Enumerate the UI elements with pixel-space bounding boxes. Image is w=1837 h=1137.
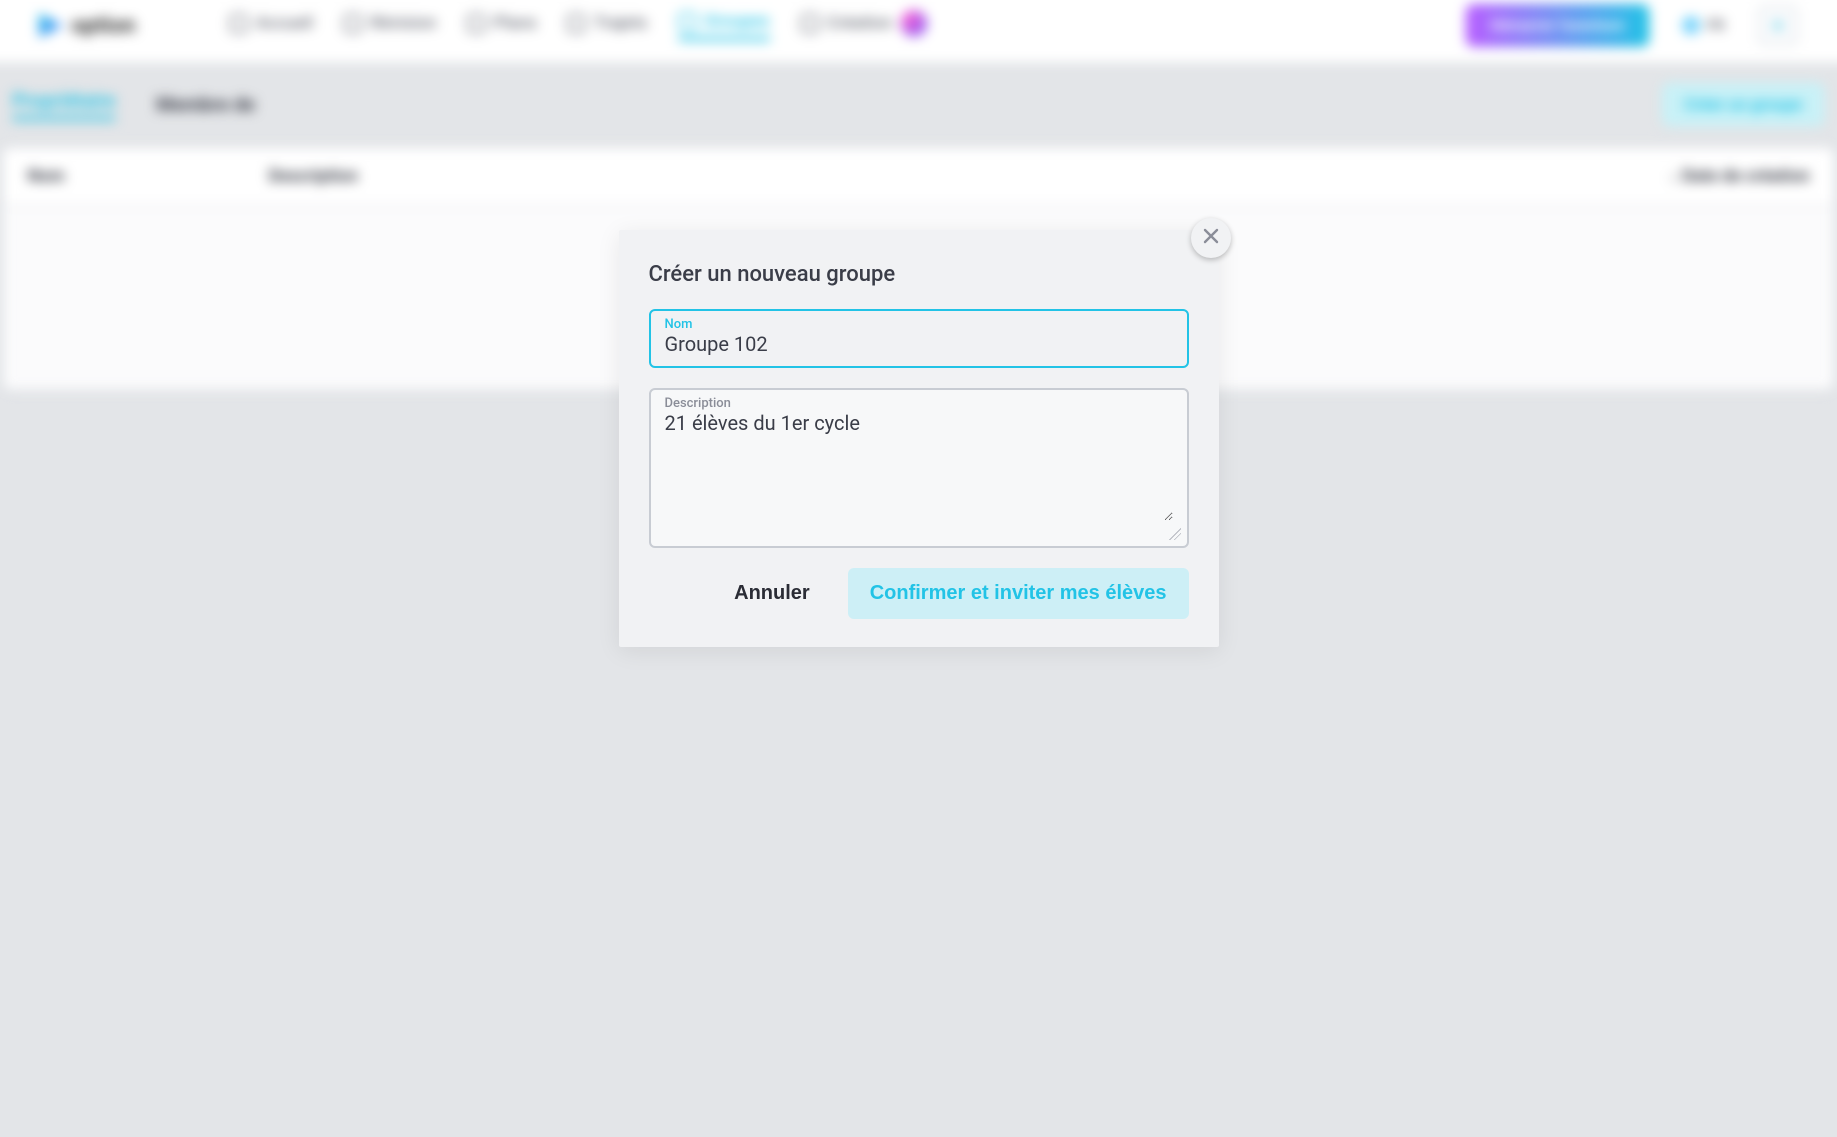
name-field[interactable]: Nom bbox=[649, 309, 1189, 368]
modal-title: Créer un nouveau groupe bbox=[649, 262, 1189, 287]
name-field-label: Nom bbox=[665, 317, 1173, 332]
close-icon bbox=[1202, 225, 1220, 251]
modal-overlay: Créer un nouveau groupe Nom Description … bbox=[0, 0, 1837, 1126]
modal-actions: Annuler Confirmer et inviter mes élèves bbox=[649, 568, 1189, 619]
create-group-modal: Créer un nouveau groupe Nom Description … bbox=[619, 230, 1219, 647]
close-button[interactable] bbox=[1191, 218, 1231, 258]
description-field[interactable]: Description bbox=[649, 388, 1189, 548]
cancel-button[interactable]: Annuler bbox=[726, 570, 818, 617]
name-input[interactable] bbox=[665, 332, 1173, 356]
description-field-label: Description bbox=[665, 396, 1173, 411]
confirm-button[interactable]: Confirmer et inviter mes élèves bbox=[848, 568, 1189, 619]
description-input[interactable] bbox=[665, 411, 1173, 521]
resize-handle-icon[interactable] bbox=[1169, 528, 1181, 540]
